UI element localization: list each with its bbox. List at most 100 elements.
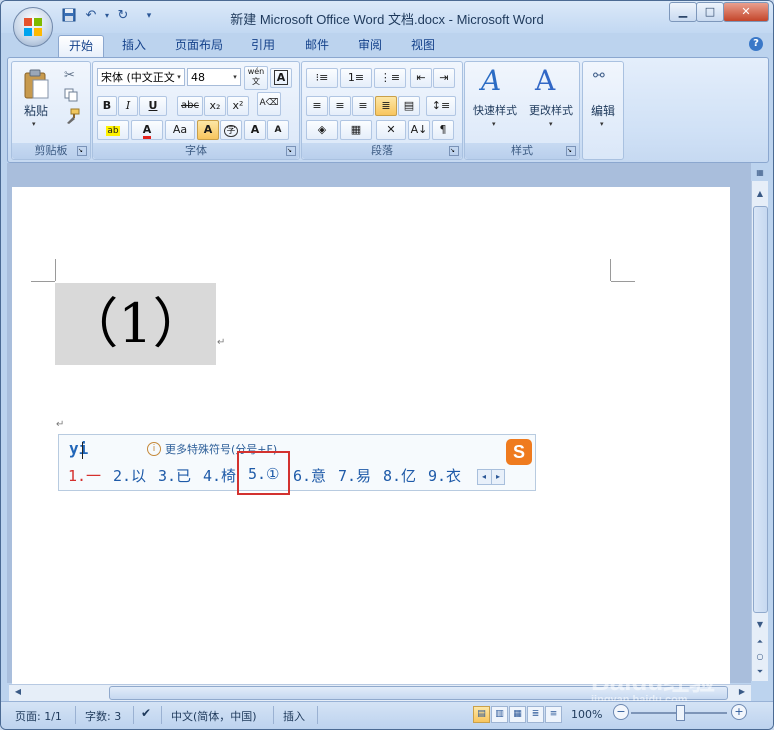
ruler-toggle-icon[interactable]: ▦ <box>753 166 767 180</box>
print-layout-view-icon[interactable]: ▤ <box>473 706 490 723</box>
tab-references[interactable]: 引用 <box>241 35 285 56</box>
tab-page-layout[interactable]: 页面布局 <box>167 35 231 56</box>
cut-icon[interactable]: ✂ <box>64 68 80 84</box>
borders-button[interactable]: ▦ <box>340 120 372 140</box>
redo-icon[interactable]: ↻ <box>115 8 131 24</box>
font-color-button[interactable]: A <box>131 120 163 140</box>
ime-candidate-6[interactable]: 6.意 <box>293 465 326 486</box>
ime-candidate-9[interactable]: 9.衣 <box>428 465 461 486</box>
zoom-level[interactable]: 100% <box>571 708 602 721</box>
clear-format-button[interactable]: A⌫ <box>257 92 281 116</box>
vertical-scroll-thumb[interactable] <box>753 206 768 613</box>
close-button[interactable]: ✕ <box>723 2 769 22</box>
chinese-layout-button[interactable]: ✕ <box>376 120 406 140</box>
scroll-left-icon[interactable]: ◀ <box>11 685 25 699</box>
paste-dropdown-icon[interactable]: ▾ <box>32 120 36 128</box>
editing-button[interactable]: 编辑 <box>583 102 623 119</box>
distributed-button[interactable]: ▤ <box>398 96 420 116</box>
multilevel-list-button[interactable]: ⋮≡ <box>374 68 406 88</box>
quick-styles-button[interactable]: 快速样式 <box>467 102 523 118</box>
word-count[interactable]: 字数: 3 <box>85 708 121 724</box>
zoom-slider-thumb[interactable] <box>676 705 685 721</box>
font-size-combo[interactable]: 48 ▾ <box>187 68 241 86</box>
office-button[interactable] <box>13 7 53 47</box>
change-styles-dropdown-icon[interactable]: ▾ <box>549 120 553 128</box>
scroll-up-icon[interactable]: ▲ <box>753 187 767 201</box>
strikethrough-button[interactable]: abc <box>177 96 203 116</box>
paste-button[interactable]: 粘贴 <box>16 102 56 119</box>
character-border-button[interactable]: A <box>270 68 292 88</box>
find-binoculars-icon[interactable]: ⚯ <box>593 68 615 90</box>
italic-button[interactable]: I <box>118 96 138 116</box>
maximize-button[interactable]: □ <box>696 2 724 22</box>
align-right-button[interactable]: ≡ <box>352 96 374 116</box>
format-painter-icon[interactable] <box>64 108 80 124</box>
save-icon[interactable] <box>61 8 77 24</box>
tab-home[interactable]: 开始 <box>58 35 104 57</box>
subscript-button[interactable]: x₂ <box>204 96 226 116</box>
font-launcher-icon[interactable]: ↘ <box>286 146 296 156</box>
copy-icon[interactable] <box>64 88 80 104</box>
ime-candidate-1[interactable]: 1.一 <box>68 465 101 486</box>
proofing-icon[interactable]: ✔ <box>141 706 151 720</box>
minimize-button[interactable]: ▁ <box>669 2 697 22</box>
paragraph-launcher-icon[interactable]: ↘ <box>449 146 459 156</box>
change-styles-icon[interactable]: A <box>535 66 565 96</box>
show-marks-button[interactable]: ¶ <box>432 120 454 140</box>
editing-dropdown-icon[interactable]: ▾ <box>600 120 604 128</box>
character-shading-button[interactable]: A <box>197 120 219 140</box>
font-size-dropdown-icon[interactable]: ▾ <box>230 69 240 85</box>
shrink-font-button[interactable]: A <box>267 120 289 140</box>
shading-button[interactable]: ◈ <box>306 120 338 140</box>
outline-view-icon[interactable]: ≣ <box>527 706 544 723</box>
web-layout-icon[interactable]: ▦ <box>509 706 526 723</box>
tab-insert[interactable]: 插入 <box>112 35 156 56</box>
underline-button[interactable]: U <box>139 96 167 116</box>
enclose-character-button[interactable]: 字 <box>220 120 242 140</box>
tab-view[interactable]: 视图 <box>401 35 445 56</box>
align-left-button[interactable]: ≡ <box>306 96 328 116</box>
clipboard-launcher-icon[interactable]: ↘ <box>77 146 87 156</box>
line-spacing-button[interactable]: ↕≡ <box>426 96 456 116</box>
paste-icon[interactable] <box>22 68 50 100</box>
previous-page-icon[interactable]: ⏶ <box>753 635 767 649</box>
increase-indent-button[interactable]: ⇥ <box>433 68 455 88</box>
ime-candidate-7[interactable]: 7.易 <box>338 465 371 486</box>
decrease-indent-button[interactable]: ⇤ <box>410 68 432 88</box>
bold-button[interactable]: B <box>97 96 117 116</box>
font-name-dropdown-icon[interactable]: ▾ <box>174 69 184 85</box>
grow-font-button[interactable]: A <box>244 120 266 140</box>
tab-mailings[interactable]: 邮件 <box>295 35 339 56</box>
ime-next-page-icon[interactable]: ▸ <box>491 470 504 484</box>
change-case-button[interactable]: Aa <box>165 120 195 140</box>
quick-styles-icon[interactable]: A <box>481 66 511 96</box>
sort-button[interactable]: A↓ <box>408 120 430 140</box>
undo-dropdown-icon[interactable]: ▾ <box>99 8 115 24</box>
superscript-button[interactable]: x² <box>227 96 249 116</box>
align-center-button[interactable]: ≡ <box>329 96 351 116</box>
tab-review[interactable]: 审阅 <box>348 35 392 56</box>
change-styles-button[interactable]: 更改样式 <box>523 102 579 118</box>
phonetic-guide-button[interactable]: wén 文 <box>244 66 268 90</box>
zoom-out-button[interactable]: − <box>613 704 629 720</box>
language-status[interactable]: 中文(简体，中国) <box>171 708 257 724</box>
draft-view-icon[interactable]: ≡ <box>545 706 562 723</box>
page-count[interactable]: 页面: 1/1 <box>15 708 62 724</box>
ime-candidate-8[interactable]: 8.亿 <box>383 465 416 486</box>
styles-launcher-icon[interactable]: ↘ <box>566 146 576 156</box>
quick-styles-dropdown-icon[interactable]: ▾ <box>492 120 496 128</box>
ime-prev-page-icon[interactable]: ◂ <box>478 470 490 484</box>
help-icon[interactable]: ? <box>749 37 763 51</box>
customize-qat-icon[interactable]: ▾ <box>141 8 157 24</box>
ime-candidate-3[interactable]: 3.已 <box>158 465 191 486</box>
highlight-button[interactable]: ab <box>97 120 129 140</box>
insert-mode-status[interactable]: 插入 <box>283 708 305 724</box>
bullets-button[interactable]: ⁝≡ <box>306 68 338 88</box>
zoom-in-button[interactable]: + <box>731 704 747 720</box>
ime-candidate-2[interactable]: 2.以 <box>113 465 146 486</box>
font-name-combo[interactable]: 宋体 (中文正文 ▾ <box>97 68 185 86</box>
document-text[interactable]: （1） <box>55 289 216 359</box>
ime-candidate-4[interactable]: 4.椅 <box>203 465 236 486</box>
full-screen-reading-icon[interactable]: ▥ <box>491 706 508 723</box>
undo-icon[interactable]: ↶ <box>83 8 99 24</box>
